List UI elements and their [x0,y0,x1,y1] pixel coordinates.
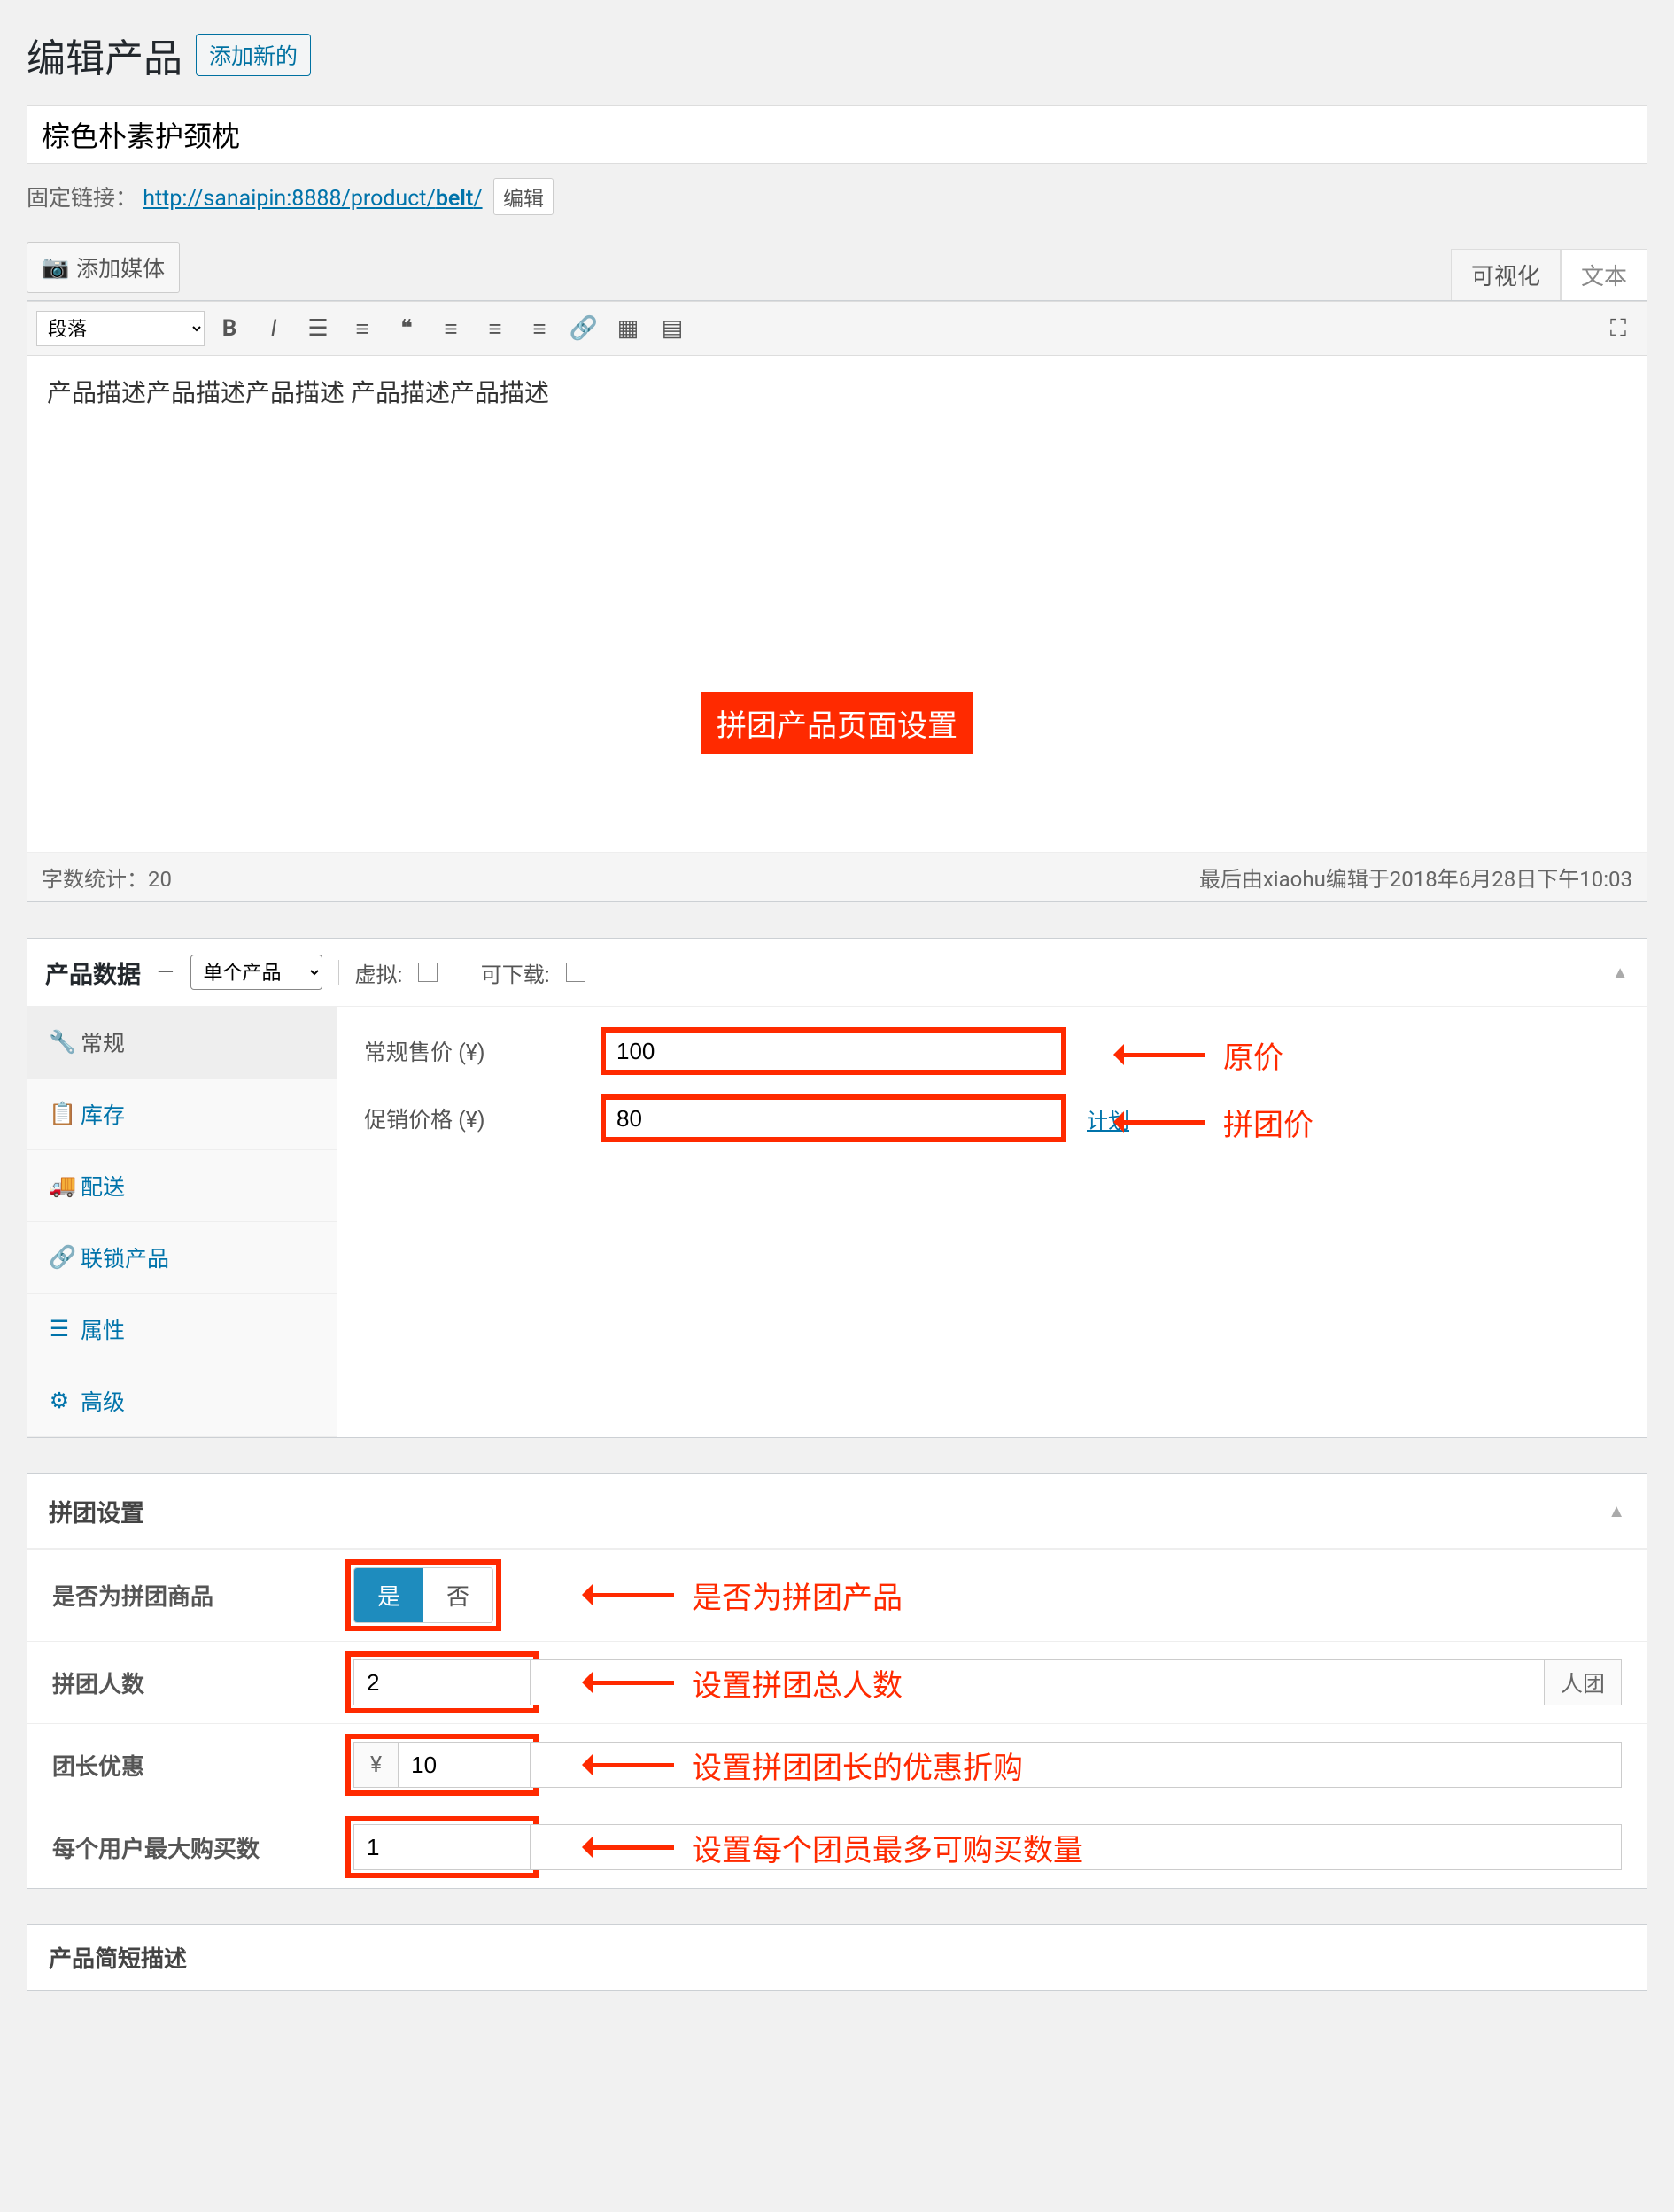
bullet-list-icon[interactable]: ☰ [298,309,337,348]
numbered-list-icon[interactable]: ≡ [343,309,382,348]
blockquote-icon[interactable]: ❝ [387,309,426,348]
clipboard-icon: 📋 [49,1102,70,1127]
arrow-icon [1117,1053,1205,1057]
align-center-icon[interactable]: ≡ [476,309,515,348]
short-description-header: 产品简短描述 [27,1924,1647,1991]
permalink-row: 固定链接： http://sanaipin:8888/product/belt/… [27,178,1647,215]
row-is-group: 是否为拼团商品 是 否 是否为拼团产品 [27,1549,1647,1641]
page-title: 编辑产品 [27,27,182,83]
annotation-original-price: 原价 [1223,1033,1283,1077]
people-input[interactable] [353,1659,531,1705]
toggle-yes[interactable]: 是 [354,1568,423,1622]
collapse-icon[interactable]: ▲ [1608,1500,1625,1522]
tab-shipping[interactable]: 🚚配送 [27,1150,337,1222]
fullscreen-icon[interactable]: ⛶ [1599,309,1638,348]
product-data-tabs: 🔧常规 📋库存 🚚配送 🔗联锁产品 ☰属性 ⚙高级 [27,1007,337,1437]
tab-inventory[interactable]: 📋库存 [27,1079,337,1150]
virtual-checkbox[interactable] [418,963,438,982]
max-buy-input[interactable] [353,1824,531,1870]
regular-price-label: 常规售价 (¥) [364,1035,603,1067]
annotation-group-page: 拼团产品页面设置 [701,692,973,754]
tab-text[interactable]: 文本 [1561,249,1647,300]
add-new-button[interactable]: 添加新的 [196,34,311,76]
editor-box: 段落 B I ☰ ≡ ❝ ≡ ≡ ≡ 🔗 ▦ ▤ ⛶ 产品描述产品描述产品描述 … [27,300,1647,902]
groupbuy-panel: 拼团设置 ▲ 是否为拼团商品 是 否 是否为拼团产品 拼团人数 人团 设置拼团总… [27,1473,1647,1889]
product-data-header: 产品数据 — 单个产品 虚拟: 可下载: ▲ [27,939,1647,1007]
wrench-icon: 🔧 [49,1030,70,1056]
annotation-leader: 设置拼团团长的优惠折购 [692,1744,1023,1787]
tab-advanced[interactable]: ⚙高级 [27,1365,337,1437]
collapse-icon[interactable]: ▲ [1611,962,1629,984]
editor-content[interactable]: 产品描述产品描述产品描述 产品描述产品描述 拼团产品页面设置 [27,356,1647,852]
annotation-max: 设置每个团员最多可购买数量 [692,1826,1083,1869]
toolbar-toggle-icon[interactable]: ▤ [653,309,692,348]
annotation-people: 设置拼团总人数 [692,1661,903,1705]
tab-visual[interactable]: 可视化 [1451,249,1561,300]
tab-general[interactable]: 🔧常规 [27,1007,337,1079]
format-select[interactable]: 段落 [36,311,205,346]
more-icon[interactable]: ▦ [608,309,647,348]
align-right-icon[interactable]: ≡ [520,309,559,348]
arrow-icon [585,1763,674,1767]
list-icon: ☰ [49,1316,70,1342]
row-people: 拼团人数 人团 设置拼团总人数 [27,1641,1647,1723]
row-max: 每个用户最大购买数 设置每个团员最多可购买数量 [27,1806,1647,1888]
toggle-no[interactable]: 否 [423,1568,492,1622]
italic-icon[interactable]: I [254,309,293,348]
editor-top-bar: 📷 添加媒体 可视化 文本 [27,242,1647,300]
sale-price-label: 促销价格 (¥) [364,1102,603,1134]
link-icon: 🔗 [49,1245,70,1271]
arrow-icon [585,1845,674,1850]
bold-icon[interactable]: B [210,309,249,348]
annotation-is-group: 是否为拼团产品 [692,1574,903,1617]
permalink-label: 固定链接： [27,186,137,212]
link-icon[interactable]: 🔗 [564,309,603,348]
tab-attributes[interactable]: ☰属性 [27,1294,337,1365]
general-fields: 常规售价 (¥) 原价 促销价格 (¥) 计划 拼团价 [337,1007,1647,1437]
editor-status-bar: 字数统计：20 最后由xiaohu编辑于2018年6月28日下午10:03 [27,852,1647,901]
editor-toolbar: 段落 B I ☰ ≡ ❝ ≡ ≡ ≡ 🔗 ▦ ▤ ⛶ [27,301,1647,356]
product-data-panel: 产品数据 — 单个产品 虚拟: 可下载: ▲ 🔧常规 📋库存 🚚配送 🔗联锁产品… [27,938,1647,1438]
currency-prefix: ¥ [353,1742,398,1788]
truck-icon: 🚚 [49,1173,70,1199]
product-title-input[interactable] [27,105,1647,164]
tab-linked[interactable]: 🔗联锁产品 [27,1222,337,1294]
media-icon: 📷 [42,255,69,281]
annotation-group-price: 拼团价 [1223,1101,1314,1144]
row-leader: 团长优惠 ¥ 设置拼团团长的优惠折购 [27,1723,1647,1806]
page-header: 编辑产品 添加新的 [27,27,1647,83]
arrow-icon [585,1593,674,1597]
regular-price-input[interactable] [603,1030,1064,1072]
arrow-icon [585,1681,674,1685]
add-media-button[interactable]: 📷 添加媒体 [27,242,180,293]
gear-icon: ⚙ [49,1388,70,1414]
arrow-icon [1117,1120,1205,1125]
permalink-link[interactable]: http://sanaipin:8888/product/belt/ [143,186,482,212]
align-left-icon[interactable]: ≡ [431,309,470,348]
people-suffix: 人团 [1545,1659,1622,1705]
groupbuy-title: 拼团设置 ▲ [27,1474,1647,1549]
sale-price-input[interactable] [603,1097,1064,1140]
last-edited-text: 最后由xiaohu编辑于2018年6月28日下午10:03 [1199,862,1632,893]
product-type-select[interactable]: 单个产品 [190,955,322,990]
edit-permalink-button[interactable]: 编辑 [493,178,554,215]
editor-mode-tabs: 可视化 文本 [1451,249,1647,300]
downloadable-checkbox[interactable] [566,963,585,982]
leader-discount-input[interactable] [398,1742,531,1788]
is-group-toggle[interactable]: 是 否 [353,1567,493,1623]
